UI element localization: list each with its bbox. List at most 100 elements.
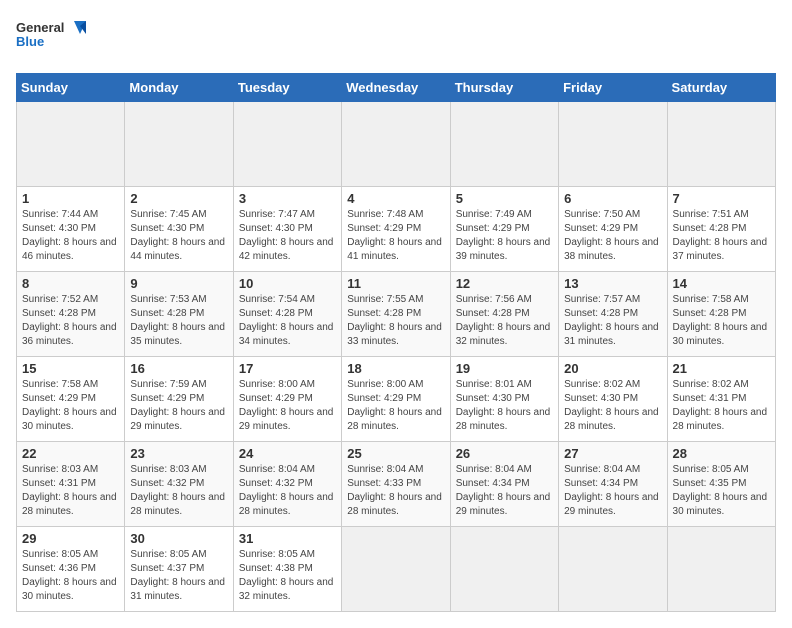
calendar-cell: 20 Sunrise: 8:02 AMSunset: 4:30 PMDayligh… — [559, 357, 667, 442]
day-info: Sunrise: 8:03 AMSunset: 4:32 PMDaylight:… — [130, 463, 227, 519]
calendar-cell — [342, 102, 450, 187]
calendar-cell — [342, 527, 450, 612]
day-number: 17 — [239, 361, 336, 376]
day-info: Sunrise: 7:58 AMSunset: 4:28 PMDaylight:… — [673, 293, 770, 349]
day-number: 27 — [564, 446, 661, 461]
calendar-cell: 31 Sunrise: 8:05 AMSunset: 4:38 PMDayligh… — [233, 527, 341, 612]
day-number: 12 — [456, 276, 553, 291]
calendar-cell: 7 Sunrise: 7:51 AMSunset: 4:28 PMDaylight… — [667, 187, 775, 272]
calendar-cell: 4 Sunrise: 7:48 AMSunset: 4:29 PMDaylight… — [342, 187, 450, 272]
calendar-cell: 10Sunrise: 7:54 AMSunset: 4:28 PMDayligh… — [233, 272, 341, 357]
day-info: Sunrise: 8:01 AMSunset: 4:30 PMDaylight:… — [456, 378, 553, 434]
calendar-cell: 29 Sunrise: 8:05 AMSunset: 4:36 PMDayligh… — [17, 527, 125, 612]
day-number: 4 — [347, 191, 444, 206]
day-number: 25 — [347, 446, 444, 461]
day-info: Sunrise: 8:05 AMSunset: 4:38 PMDaylight:… — [239, 548, 336, 604]
day-info: Sunrise: 7:45 AMSunset: 4:30 PMDaylight:… — [130, 208, 227, 264]
day-info: Sunrise: 8:00 AMSunset: 4:29 PMDaylight:… — [347, 378, 444, 434]
column-header-friday: Friday — [559, 74, 667, 102]
calendar-cell: 15 Sunrise: 7:58 AMSunset: 4:29 PMDayligh… — [17, 357, 125, 442]
day-number: 20 — [564, 361, 661, 376]
calendar-cell: 11Sunrise: 7:55 AMSunset: 4:28 PMDayligh… — [342, 272, 450, 357]
calendar-week-row: 22Sunrise: 8:03 AMSunset: 4:31 PMDayligh… — [17, 442, 776, 527]
day-info: Sunrise: 8:02 AMSunset: 4:30 PMDaylight:… — [564, 378, 661, 434]
svg-text:General: General — [16, 20, 64, 35]
calendar-cell: 2 Sunrise: 7:45 AMSunset: 4:30 PMDaylight… — [125, 187, 233, 272]
day-info: Sunrise: 8:05 AMSunset: 4:35 PMDaylight:… — [673, 463, 770, 519]
day-info: Sunrise: 7:58 AMSunset: 4:29 PMDaylight:… — [22, 378, 119, 434]
calendar-cell: 12 Sunrise: 7:56 AMSunset: 4:28 PMDayligh… — [450, 272, 558, 357]
day-info: Sunrise: 7:56 AMSunset: 4:28 PMDaylight:… — [456, 293, 553, 349]
calendar-cell: 24 Sunrise: 8:04 AMSunset: 4:32 PMDayligh… — [233, 442, 341, 527]
calendar-cell: 14Sunrise: 7:58 AMSunset: 4:28 PMDayligh… — [667, 272, 775, 357]
calendar-cell — [667, 527, 775, 612]
day-number: 5 — [456, 191, 553, 206]
calendar-week-row: 15 Sunrise: 7:58 AMSunset: 4:29 PMDayligh… — [17, 357, 776, 442]
calendar-week-row: 8Sunrise: 7:52 AMSunset: 4:28 PMDaylight… — [17, 272, 776, 357]
day-number: 16 — [130, 361, 227, 376]
page-header: General Blue — [16, 16, 776, 61]
day-info: Sunrise: 8:02 AMSunset: 4:31 PMDaylight:… — [673, 378, 770, 434]
day-number: 19 — [456, 361, 553, 376]
day-number: 29 — [22, 531, 119, 546]
calendar-cell: 21 Sunrise: 8:02 AMSunset: 4:31 PMDayligh… — [667, 357, 775, 442]
calendar-week-row: 29 Sunrise: 8:05 AMSunset: 4:36 PMDayligh… — [17, 527, 776, 612]
day-info: Sunrise: 8:04 AMSunset: 4:32 PMDaylight:… — [239, 463, 336, 519]
day-info: Sunrise: 7:51 AMSunset: 4:28 PMDaylight:… — [673, 208, 770, 264]
day-info: Sunrise: 8:04 AMSunset: 4:33 PMDaylight:… — [347, 463, 444, 519]
day-number: 22 — [22, 446, 119, 461]
calendar-cell — [667, 102, 775, 187]
column-header-wednesday: Wednesday — [342, 74, 450, 102]
day-info: Sunrise: 8:05 AMSunset: 4:37 PMDaylight:… — [130, 548, 227, 604]
day-info: Sunrise: 7:50 AMSunset: 4:29 PMDaylight:… — [564, 208, 661, 264]
day-info: Sunrise: 7:47 AMSunset: 4:30 PMDaylight:… — [239, 208, 336, 264]
calendar-header-row: SundayMondayTuesdayWednesdayThursdayFrid… — [17, 74, 776, 102]
column-header-tuesday: Tuesday — [233, 74, 341, 102]
logo-svg: General Blue — [16, 16, 86, 61]
calendar-cell: 27 Sunrise: 8:04 AMSunset: 4:34 PMDayligh… — [559, 442, 667, 527]
calendar-cell: 23Sunrise: 8:03 AMSunset: 4:32 PMDayligh… — [125, 442, 233, 527]
column-header-sunday: Sunday — [17, 74, 125, 102]
calendar-cell: 22Sunrise: 8:03 AMSunset: 4:31 PMDayligh… — [17, 442, 125, 527]
column-header-saturday: Saturday — [667, 74, 775, 102]
calendar-cell: 3Sunrise: 7:47 AMSunset: 4:30 PMDaylight… — [233, 187, 341, 272]
calendar-table: SundayMondayTuesdayWednesdayThursdayFrid… — [16, 73, 776, 612]
day-info: Sunrise: 8:04 AMSunset: 4:34 PMDaylight:… — [564, 463, 661, 519]
calendar-cell: 25 Sunrise: 8:04 AMSunset: 4:33 PMDayligh… — [342, 442, 450, 527]
calendar-cell — [450, 102, 558, 187]
day-number: 9 — [130, 276, 227, 291]
day-number: 18 — [347, 361, 444, 376]
day-number: 31 — [239, 531, 336, 546]
calendar-week-row: 1 Sunrise: 7:44 AMSunset: 4:30 PMDaylight… — [17, 187, 776, 272]
day-number: 30 — [130, 531, 227, 546]
calendar-cell — [559, 527, 667, 612]
day-number: 10 — [239, 276, 336, 291]
day-number: 2 — [130, 191, 227, 206]
day-info: Sunrise: 8:04 AMSunset: 4:34 PMDaylight:… — [456, 463, 553, 519]
svg-text:Blue: Blue — [16, 34, 44, 49]
calendar-cell: 28 Sunrise: 8:05 AMSunset: 4:35 PMDayligh… — [667, 442, 775, 527]
day-number: 21 — [673, 361, 770, 376]
calendar-cell: 5Sunrise: 7:49 AMSunset: 4:29 PMDaylight… — [450, 187, 558, 272]
calendar-cell: 8Sunrise: 7:52 AMSunset: 4:28 PMDaylight… — [17, 272, 125, 357]
calendar-cell — [559, 102, 667, 187]
day-info: Sunrise: 8:05 AMSunset: 4:36 PMDaylight:… — [22, 548, 119, 604]
column-header-monday: Monday — [125, 74, 233, 102]
calendar-cell: 18 Sunrise: 8:00 AMSunset: 4:29 PMDayligh… — [342, 357, 450, 442]
calendar-cell: 17Sunrise: 8:00 AMSunset: 4:29 PMDayligh… — [233, 357, 341, 442]
day-number: 13 — [564, 276, 661, 291]
day-number: 1 — [22, 191, 119, 206]
calendar-cell — [125, 102, 233, 187]
calendar-cell: 6Sunrise: 7:50 AMSunset: 4:29 PMDaylight… — [559, 187, 667, 272]
logo: General Blue — [16, 16, 86, 61]
day-info: Sunrise: 7:44 AMSunset: 4:30 PMDaylight:… — [22, 208, 119, 264]
day-number: 15 — [22, 361, 119, 376]
day-number: 7 — [673, 191, 770, 206]
day-info: Sunrise: 7:55 AMSunset: 4:28 PMDaylight:… — [347, 293, 444, 349]
day-number: 8 — [22, 276, 119, 291]
calendar-cell: 9Sunrise: 7:53 AMSunset: 4:28 PMDaylight… — [125, 272, 233, 357]
column-header-thursday: Thursday — [450, 74, 558, 102]
day-number: 24 — [239, 446, 336, 461]
day-info: Sunrise: 7:48 AMSunset: 4:29 PMDaylight:… — [347, 208, 444, 264]
day-number: 28 — [673, 446, 770, 461]
